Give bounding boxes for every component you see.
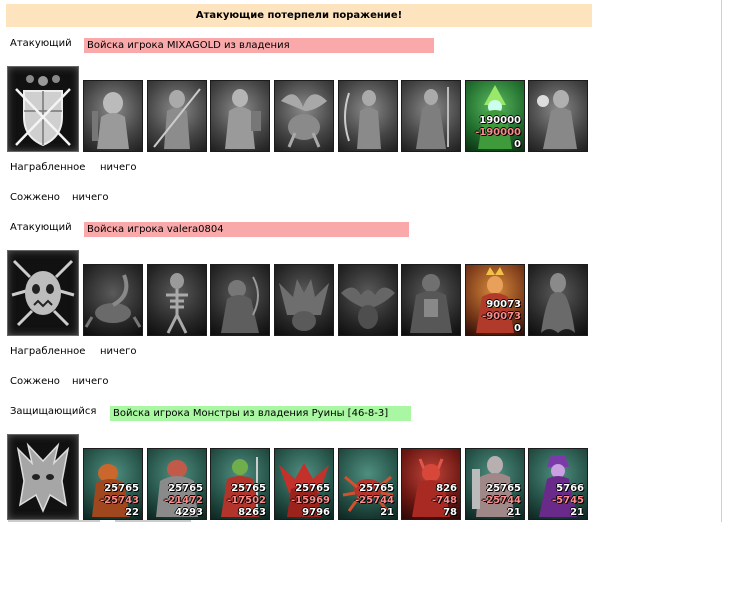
unit-remaining: 21 [507,507,521,518]
unit-losses: -25744 [482,495,521,506]
unit-remaining: 78 [443,507,457,518]
griffin-unit-icon[interactable] [274,80,334,152]
unit-count: 25765 [104,483,139,494]
unit-losses: -5745 [552,495,584,506]
unit-count: 826 [436,483,457,494]
unit-count: 25765 [231,483,266,494]
attacker-role-label: Атакующий [10,222,72,233]
druid-unit-icon[interactable]: 190000 -190000 0 [465,80,525,152]
unit-count: 190000 [479,115,521,126]
mage-unit-icon[interactable] [528,80,588,152]
unit-count: 25765 [486,483,521,494]
attacker-army-name: Войска игрока valera0804 [84,222,409,237]
spider-unit-icon[interactable]: 25765 -25744 21 [338,448,398,520]
divider [115,520,191,522]
skeleton-unit-icon[interactable] [147,264,207,336]
wraith-unit-icon[interactable] [528,264,588,336]
demon-unit-icon[interactable]: 25765 -15969 9796 [274,448,334,520]
loot-label: Награбленное [10,346,86,357]
demon-skull-crest-icon [7,250,79,336]
bat-unit-icon[interactable] [338,264,398,336]
battle-result-banner: Атакующие потерпели поражение! [6,4,592,27]
unit-losses: -25743 [100,495,139,506]
archer-unit-icon[interactable] [338,80,398,152]
unit-losses: -90073 [482,311,521,322]
loot-value: ничего [100,162,137,173]
unit-losses: -748 [431,495,457,506]
unit-count: 25765 [168,483,203,494]
unit-count: 5766 [556,483,584,494]
ghoul-unit-icon[interactable] [210,264,270,336]
unit-remaining: 21 [380,507,394,518]
defender-role-label: Защищающийся [10,406,97,417]
gargoyle-unit-icon[interactable] [274,264,334,336]
monk-unit-icon[interactable] [401,80,461,152]
unit-remaining: 8263 [238,507,266,518]
unit-remaining: 22 [125,507,139,518]
unit-remaining: 9796 [302,507,330,518]
shield-crossed-swords-icon [7,66,79,152]
unit-remaining: 0 [514,323,521,334]
crusader-unit-icon[interactable] [210,80,270,152]
unit-losses: -190000 [475,127,521,138]
burned-value: ничего [72,376,109,387]
burned-label: Сожжено [10,376,60,387]
unit-count: 25765 [359,483,394,494]
unit-losses: -17502 [227,495,266,506]
loot-label: Награбленное [10,162,86,173]
devil-unit-icon[interactable]: 826 -748 78 [401,448,461,520]
golem-unit-icon[interactable]: 25765 -21472 4293 [147,448,207,520]
scorpion-unit-icon[interactable] [83,264,143,336]
monster-crest-icon [7,434,79,520]
unit-remaining: 0 [514,139,521,150]
lich-unit-icon[interactable]: 90073 -90073 0 [465,264,525,336]
dwarf-unit-icon[interactable] [83,80,143,152]
unit-count: 25765 [295,483,330,494]
unit-losses: -21472 [164,495,203,506]
loot-value: ничего [100,346,137,357]
battle-report-panel: Атакующие потерпели поражение! Атакующий… [0,0,722,522]
attacker-role-label: Атакующий [10,38,72,49]
orc-unit-icon[interactable]: 25765 -17502 8263 [210,448,270,520]
unit-count: 90073 [486,299,521,310]
divider [8,520,100,522]
unit-losses: -25744 [355,495,394,506]
unit-remaining: 4293 [175,507,203,518]
unit-losses: -15969 [291,495,330,506]
burned-label: Сожжено [10,192,60,203]
ogre-unit-icon[interactable] [401,264,461,336]
giant-unit-icon[interactable]: 25765 -25744 21 [465,448,525,520]
unit-remaining: 21 [570,507,584,518]
attacker-army-name: Войска игрока MIXAGOLD из владения [84,38,434,53]
defender-army-name: Войска игрока Монстры из владения Руины … [110,406,411,421]
burned-value: ничего [72,192,109,203]
beast-unit-icon[interactable]: 25765 -25743 22 [83,448,143,520]
pikeman-unit-icon[interactable] [147,80,207,152]
sorceress-unit-icon[interactable]: 5766 -5745 21 [528,448,588,520]
